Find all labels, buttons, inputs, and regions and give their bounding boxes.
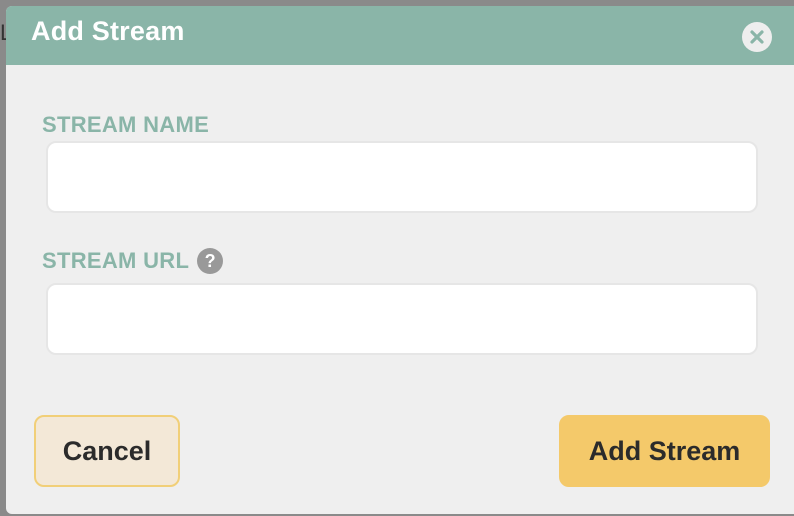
stream-name-label: STREAM NAME	[42, 112, 210, 137]
stream-url-input[interactable]	[46, 283, 758, 355]
help-icon[interactable]: ?	[197, 248, 224, 274]
add-stream-button[interactable]: Add Stream	[559, 415, 770, 487]
close-icon	[750, 30, 764, 44]
cancel-button[interactable]: Cancel	[34, 415, 180, 487]
close-button[interactable]	[742, 22, 772, 52]
dialog-header: Add Stream	[6, 6, 794, 65]
add-stream-dialog: Add Stream STREAM NAME STREAM URL ? Canc…	[6, 6, 794, 514]
stream-url-label: STREAM URL ?	[42, 248, 224, 274]
stream-name-input[interactable]	[46, 141, 758, 213]
dialog-title: Add Stream	[31, 16, 185, 46]
